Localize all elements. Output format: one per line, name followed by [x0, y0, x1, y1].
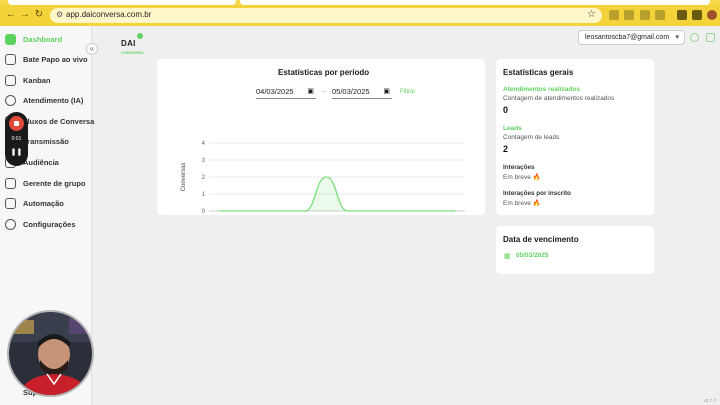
attendances-label: Atendimentos realizados — [503, 86, 580, 93]
logo-bubble-icon — [136, 33, 143, 39]
sidebar-item-label: Atendimento (IA) — [23, 96, 84, 105]
extension-icon[interactable] — [655, 10, 665, 20]
logo-subtext: CONVERSA — [121, 50, 144, 55]
user-email: leosantoscba7@gmail.com — [585, 34, 670, 41]
moon-icon[interactable] — [690, 33, 699, 42]
y-tick-label: 3 — [202, 158, 206, 164]
address-bar[interactable]: ⚙ app.daiconversa.com.br ☆ — [50, 8, 602, 23]
sidebar-item-group-manager[interactable]: Gerente de grupo — [0, 175, 92, 193]
group-icon — [5, 178, 16, 189]
webcam-overlay — [7, 310, 94, 397]
leads-sub: Contagem de leads — [503, 134, 560, 141]
sidebar-item-live-chat[interactable]: Bate Papo ao vivo — [0, 51, 92, 69]
per-subscriber-label: Interações por inscrito — [503, 190, 571, 197]
app-root: Dashboard Bate Papo ao vivo Kanban Atend… — [0, 26, 720, 405]
expiry-card: Data de vencimento ▦ 05/03/2025 — [496, 226, 654, 274]
card-title: Data de vencimento — [503, 235, 579, 244]
app-logo: DAI CONVERSA — [121, 33, 144, 55]
site-info-icon[interactable]: ⚙ — [56, 10, 63, 19]
stop-recording-button[interactable] — [9, 116, 24, 131]
collapse-sidebar-button[interactable]: « — [86, 43, 98, 55]
sidebar-item-label: Audiência — [23, 158, 59, 167]
profile-avatar-icon[interactable] — [707, 10, 717, 20]
back-icon[interactable]: ← — [4, 8, 18, 22]
y-tick-label: 2 — [202, 175, 206, 181]
logo-text: DAI — [121, 39, 136, 48]
attendances-value: 0 — [503, 105, 509, 115]
sidebar-item-dashboard[interactable]: Dashboard — [0, 31, 92, 49]
bookmark-star-icon[interactable]: ☆ — [587, 9, 596, 20]
reload-icon[interactable]: ↻ — [32, 8, 46, 22]
ai-icon — [5, 95, 16, 106]
sidebar-item-ai-service[interactable]: Atendimento (IA) — [0, 92, 92, 110]
sidebar-item-kanban[interactable]: Kanban — [0, 72, 92, 90]
screen-recorder-controls: 0:01 ❚❚ — [5, 112, 28, 166]
y-tick-label: 1 — [202, 192, 206, 198]
sidebar-item-label: Automação — [23, 199, 64, 208]
calendar-icon: ▦ — [504, 253, 511, 260]
sidebar-item-automation[interactable]: Automação — [0, 195, 92, 213]
conversations-chart: 0123402:0004:0006:0008:0010:0012:0014:00… — [181, 141, 465, 215]
general-stats-card: Estatísticas gerais Atendimentos realiza… — [496, 59, 654, 215]
url-text: app.daiconversa.com.br — [66, 10, 152, 19]
y-tick-label: 0 — [202, 209, 206, 215]
kanban-icon — [5, 75, 16, 86]
sidebar-item-label: Dashboard — [23, 35, 63, 44]
sidebar-item-label: Transmissão — [23, 137, 69, 146]
sidebar-item-label: Gerente de grupo — [23, 179, 86, 188]
automation-icon — [5, 198, 16, 209]
leads-label: Leads — [503, 125, 522, 132]
per-subscriber-value: Em breve 🔥 — [503, 200, 541, 207]
interactions-label: Interações — [503, 164, 535, 171]
attendances-sub: Contagem de atendimentos realizados — [503, 95, 615, 102]
sidebar-item-label: Kanban — [23, 76, 51, 85]
extension-icon[interactable] — [640, 10, 650, 20]
sidebar-item-settings[interactable]: Configurações — [0, 216, 92, 234]
app-version: v2.7.7 — [703, 398, 716, 403]
chevron-down-icon: ▾ — [675, 34, 679, 41]
extension-icon[interactable] — [692, 10, 702, 20]
sidebar-item-label: Configurações — [23, 220, 76, 229]
expand-icon[interactable] — [706, 33, 715, 42]
card-title: Estatísticas gerais — [503, 68, 574, 77]
period-stats-card: Estatísticas por período 04/03/2025 ▣ → … — [157, 59, 485, 215]
browser-toolbar: ← → ↻ ⚙ app.daiconversa.com.br ☆ — [0, 5, 720, 26]
chat-icon — [5, 54, 16, 65]
recording-timer: 0:01 — [11, 136, 22, 142]
interactions-value: Em breve 🔥 — [503, 174, 541, 181]
extension-icon[interactable] — [677, 10, 687, 20]
expiry-date: 05/03/2025 — [516, 252, 549, 259]
stop-icon — [14, 121, 19, 126]
leads-value: 2 — [503, 144, 509, 154]
gear-icon — [5, 219, 16, 230]
y-axis-label: Conversas — [181, 163, 187, 192]
y-tick-label: 4 — [202, 141, 206, 147]
webcam-person-image — [9, 312, 92, 395]
forward-icon[interactable]: → — [18, 8, 32, 22]
dashboard-icon — [5, 34, 16, 45]
extension-icon[interactable] — [624, 10, 634, 20]
pause-icon[interactable]: ❚❚ — [5, 148, 28, 156]
sidebar-item-label: Fluxos de Conversa — [23, 117, 95, 126]
sidebar-item-label: Bate Papo ao vivo — [23, 55, 88, 64]
extension-icon[interactable] — [609, 10, 619, 20]
account-select[interactable]: leosantoscba7@gmail.com ▾ — [578, 30, 685, 45]
